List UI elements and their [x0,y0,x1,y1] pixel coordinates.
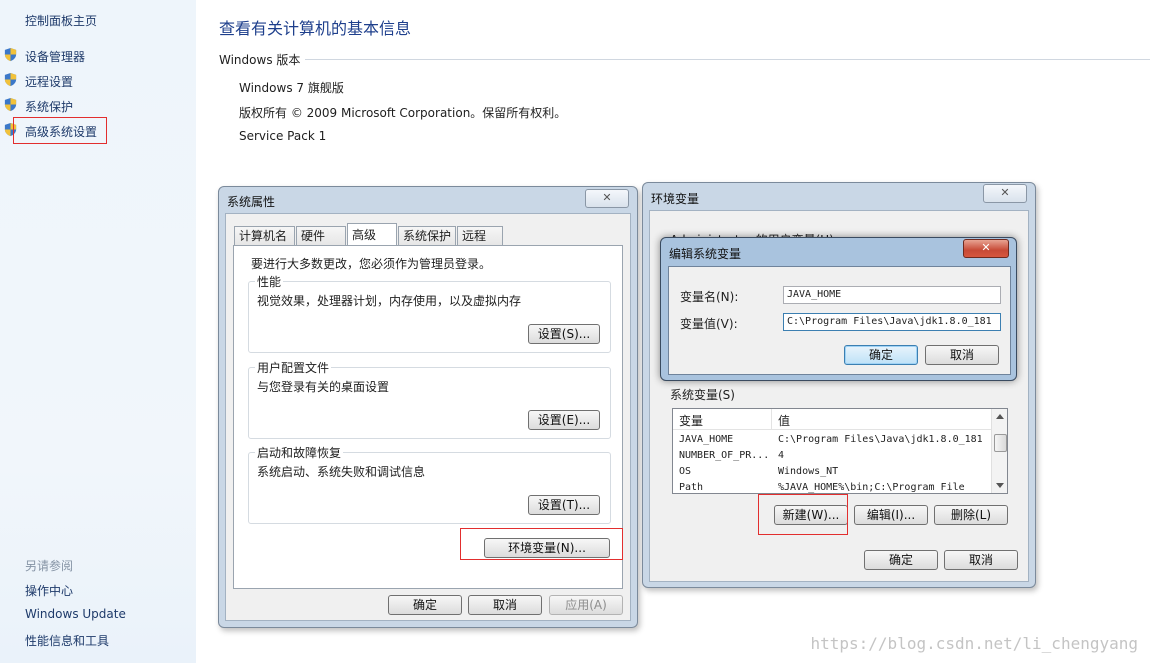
var-value: C:\Program Files\Java\jdk1.8.0_181 [778,434,983,445]
variable-value-label: 变量值(V): [680,317,738,331]
column-header-value[interactable]: 值 [778,412,790,429]
table-row[interactable]: OS [679,466,691,477]
shield-icon [4,72,17,87]
group-title: 用户配置文件 [255,359,332,376]
close-icon[interactable]: ✕ [983,184,1027,203]
dialog-title: 环境变量 [651,192,700,206]
device-manager-link[interactable]: 设备管理器 [25,48,85,65]
var-name: JAVA_HOME [679,434,734,445]
group-title: 性能 [255,273,284,290]
dialog-title: 系统属性 [227,195,276,209]
column-header-variable[interactable]: 变量 [679,412,703,429]
edit-variable-button[interactable]: 编辑(I)... [854,505,928,525]
startup-settings-button[interactable]: 设置(T)... [528,495,600,515]
tab-system-protection[interactable]: 系统保护 [398,226,456,245]
highlight-box [13,117,107,144]
remote-settings-link[interactable]: 远程设置 [25,73,73,90]
scroll-down-icon[interactable] [996,483,1004,489]
startup-recovery-group: 启动和故障恢复 系统启动、系统失败和调试信息 设置(T)... [248,444,611,524]
shield-icon [4,47,17,62]
scroll-thumb[interactable] [994,434,1007,452]
windows-update-link[interactable]: Windows Update [25,607,126,621]
scroll-up-icon[interactable] [996,413,1004,419]
ok-button[interactable]: 确定 [844,345,918,365]
var-name: NUMBER_OF_PR... [679,450,770,461]
performance-settings-button[interactable]: 设置(S)... [528,324,600,344]
user-profile-settings-button[interactable]: 设置(E)... [528,410,600,430]
var-value: 4 [778,450,785,461]
variable-name-label: 变量名(N): [680,290,739,304]
edit-system-variable-dialog: 编辑系统变量 ✕ 变量名(N): JAVA_HOME 变量值(V): C:\Pr… [660,237,1017,381]
watermark: https://blog.csdn.net/li_chengyang [810,634,1138,653]
performance-info-link[interactable]: 性能信息和工具 [25,632,109,649]
cancel-button[interactable]: 取消 [468,595,542,615]
tab-panel-advanced: 要进行大多数更改，您必须作为管理员登录。 性能 视觉效果，处理器计划，内存使用，… [233,245,623,589]
group-title: 启动和故障恢复 [255,444,344,461]
ok-button[interactable]: 确定 [864,550,938,570]
group-desc: 系统启动、系统失败和调试信息 [257,465,426,479]
admin-note: 要进行大多数更改，您必须作为管理员登录。 [251,257,492,271]
highlight-box [460,528,623,560]
page-title: 查看有关计算机的基本信息 [219,19,412,38]
delete-variable-button[interactable]: 删除(L) [934,505,1008,525]
table-row[interactable]: NUMBER_OF_PR... [679,450,769,461]
tab-computer-name[interactable]: 计算机名 [234,226,295,245]
var-value: Windows_NT [778,466,839,477]
tab-advanced[interactable]: 高级 [347,223,397,245]
system-properties-dialog: 系统属性 ✕ 计算机名 硬件 高级 系统保护 远程 要进行大多数更改，您必须作为… [218,186,638,628]
copyright-text: 版权所有 © 2009 Microsoft Corporation。保留所有权利… [239,106,567,120]
system-protection-link[interactable]: 系统保护 [25,98,73,115]
left-nav: 控制面板主页 设备管理器 远程设置 系统保护 高级系统设置 另请参阅 操作中心 … [0,0,196,663]
apply-button[interactable]: 应用(A) [549,595,623,615]
ok-button[interactable]: 确定 [388,595,462,615]
cancel-button[interactable]: 取消 [944,550,1018,570]
dialog-client: 计算机名 硬件 高级 系统保护 远程 要进行大多数更改，您必须作为管理员登录。 … [225,213,631,621]
windows-edition-heading: Windows 版本 [219,53,301,67]
system-variables-list[interactable]: 变量 值 JAVA_HOME C:\Program Files\Java\jdk… [672,408,1008,494]
close-icon[interactable]: ✕ [585,189,629,208]
see-also-title: 另请参阅 [25,559,74,573]
var-name: OS [679,466,692,477]
dialog-title: 编辑系统变量 [669,247,742,261]
variable-name-input[interactable]: JAVA_HOME [783,286,1001,304]
system-variables-label: 系统变量(S) [670,388,735,402]
performance-group: 性能 视觉效果，处理器计划，内存使用，以及虚拟内存 设置(S)... [248,273,611,353]
action-center-link[interactable]: 操作中心 [25,582,73,599]
section-divider [305,59,1150,60]
var-value: %JAVA_HOME%\bin;C:\Program File [778,482,965,493]
list-header: 变量 值 [673,409,991,430]
tab-remote[interactable]: 远程 [457,226,503,245]
control-panel-home-link[interactable]: 控制面板主页 [25,12,97,29]
highlight-box [758,494,848,535]
shield-icon [4,97,17,112]
dialog-client: 变量名(N): JAVA_HOME 变量值(V): C:\Program Fil… [668,266,1011,375]
variable-value-input[interactable]: C:\Program Files\Java\jdk1.8.0_181 [783,313,1001,331]
close-icon[interactable]: ✕ [963,239,1009,258]
column-divider [771,409,772,429]
edition-text: Windows 7 旗舰版 [239,81,344,95]
group-desc: 视觉效果，处理器计划，内存使用，以及虚拟内存 [257,294,522,308]
scrollbar[interactable] [991,409,1007,493]
tab-hardware[interactable]: 硬件 [296,226,346,245]
table-row[interactable]: JAVA_HOME [679,434,733,445]
table-row[interactable]: Path [679,482,703,493]
cancel-button[interactable]: 取消 [925,345,999,365]
var-name: Path [679,482,704,493]
group-desc: 与您登录有关的桌面设置 [257,380,390,394]
user-profile-group: 用户配置文件 与您登录有关的桌面设置 设置(E)... [248,359,611,439]
service-pack-text: Service Pack 1 [239,129,327,143]
